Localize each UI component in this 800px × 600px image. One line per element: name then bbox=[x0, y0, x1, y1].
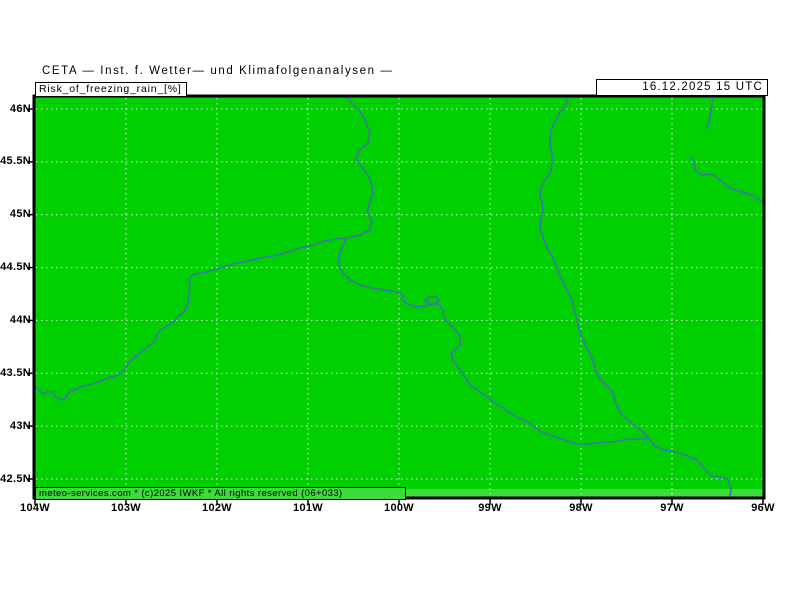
x-tick-label: 96W bbox=[733, 502, 793, 515]
x-tick-label: 104W bbox=[5, 502, 65, 515]
x-tick-label: 99W bbox=[460, 502, 520, 515]
weather-map-page: CETA — Inst. f. Wetter— und Klimafolgena… bbox=[0, 0, 800, 600]
map-area bbox=[35, 97, 763, 497]
y-tick-label: 43.5N bbox=[0, 367, 31, 380]
x-tick-label: 103W bbox=[96, 502, 156, 515]
variable-label-box: Risk_of_freezing_rain_[%] bbox=[35, 82, 187, 97]
y-tick-label: 44N bbox=[0, 314, 31, 327]
copyright-label-box: meteo-services.com * (c)2025 IWKF * All … bbox=[35, 487, 406, 500]
y-tick-label: 43N bbox=[0, 420, 31, 433]
y-tick-label: 45.5N bbox=[0, 155, 31, 168]
y-tick-label: 45N bbox=[0, 208, 31, 221]
x-tick-label: 100W bbox=[369, 502, 429, 515]
x-tick-label: 98W bbox=[551, 502, 611, 515]
y-tick-label: 46N bbox=[0, 103, 31, 116]
y-tick-label: 44.5N bbox=[0, 261, 31, 274]
page-title: CETA — Inst. f. Wetter— und Klimafolgena… bbox=[42, 65, 394, 77]
x-tick-label: 101W bbox=[278, 502, 338, 515]
datetime-label-box: 16.12.2025 15 UTC bbox=[596, 79, 768, 96]
y-tick-label: 42.5N bbox=[0, 473, 31, 486]
x-tick-label: 102W bbox=[187, 502, 247, 515]
x-tick-label: 97W bbox=[642, 502, 702, 515]
